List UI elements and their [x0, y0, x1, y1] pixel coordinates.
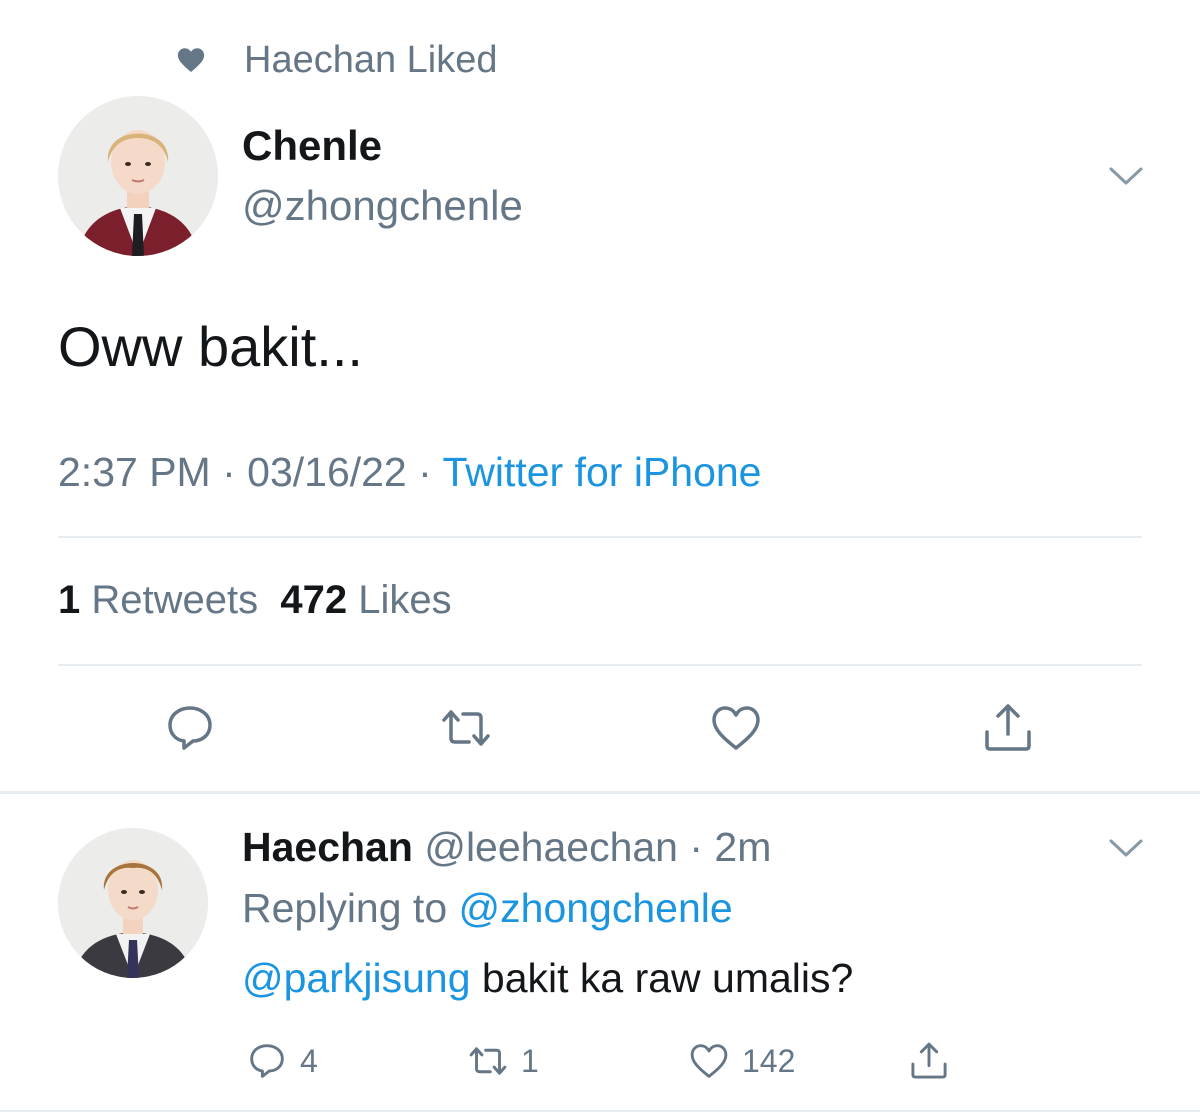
tweet-meta: 2:37 PM · 03/16/22 · Twitter for iPhone	[58, 449, 761, 496]
reply-avatar[interactable]	[58, 828, 208, 978]
reply-text: @parkjisung bakit ka raw umalis?	[242, 955, 853, 1002]
share-icon[interactable]	[978, 698, 1038, 758]
retweets-stat[interactable]: 1 Retweets	[58, 578, 258, 622]
likes-label: Likes	[358, 578, 452, 622]
replying-to-link[interactable]: @zhongchenle	[459, 885, 733, 931]
reply-icon[interactable]	[160, 698, 220, 758]
tweet-text: Oww bakit...	[58, 315, 363, 378]
bottom-divider	[0, 1110, 1200, 1112]
likes-stat[interactable]: 472 Likes	[280, 578, 451, 622]
tweet-date: 03/16/22	[247, 449, 407, 495]
separator: ·	[406, 449, 443, 495]
separator: ·	[210, 449, 248, 495]
reply-button[interactable]: 4	[244, 1038, 318, 1084]
replying-to: Replying to @zhongchenle	[242, 885, 733, 932]
divider	[58, 536, 1142, 538]
retweets-count: 1	[58, 578, 81, 622]
likes-count: 472	[280, 578, 348, 622]
tweet-time: 2:37 PM	[58, 449, 211, 495]
reply-author-name[interactable]: Haechan	[242, 824, 413, 870]
retweet-icon	[469, 1047, 507, 1075]
tweet-source-link[interactable]: Twitter for iPhone	[442, 449, 761, 495]
reply-author-handle[interactable]: @leehaechan	[424, 824, 678, 870]
author-handle[interactable]: @zhongchenle	[242, 182, 523, 230]
retweets-label: Retweets	[91, 578, 259, 622]
section-divider	[0, 791, 1200, 794]
like-icon[interactable]	[706, 698, 766, 758]
social-context-text: Haechan Liked	[244, 38, 498, 81]
retweet-count: 1	[521, 1042, 539, 1079]
like-icon	[690, 1044, 728, 1078]
avatar-chenle	[58, 96, 218, 256]
replying-prefix: Replying to	[242, 885, 459, 931]
social-context: Haechan Liked	[176, 38, 498, 82]
retweet-button[interactable]: 1	[465, 1038, 539, 1084]
reply-time: 2m	[714, 824, 772, 870]
divider	[58, 664, 1142, 666]
engagement-counts: 1 Retweets 472 Likes	[58, 578, 452, 623]
share-icon	[911, 1042, 947, 1079]
reply-body: bakit ka raw umalis?	[470, 955, 854, 1001]
chevron-down-icon[interactable]	[1108, 165, 1144, 187]
reply-header: Haechan @leehaechan · 2m	[242, 824, 771, 871]
reply-count: 4	[300, 1042, 318, 1079]
avatar-haechan	[58, 828, 208, 978]
heart-icon	[177, 48, 205, 72]
reply-chevron-down-icon[interactable]	[1108, 837, 1144, 859]
share-button[interactable]	[906, 1038, 962, 1084]
separator: ·	[677, 824, 715, 870]
reply-icon	[250, 1044, 284, 1078]
retweet-icon[interactable]	[436, 698, 496, 758]
avatar[interactable]	[58, 96, 218, 256]
like-button[interactable]: 142	[686, 1038, 795, 1084]
mention-link[interactable]: @parkjisung	[242, 955, 471, 1001]
like-count: 142	[742, 1042, 796, 1079]
author-name[interactable]: Chenle	[242, 122, 382, 170]
